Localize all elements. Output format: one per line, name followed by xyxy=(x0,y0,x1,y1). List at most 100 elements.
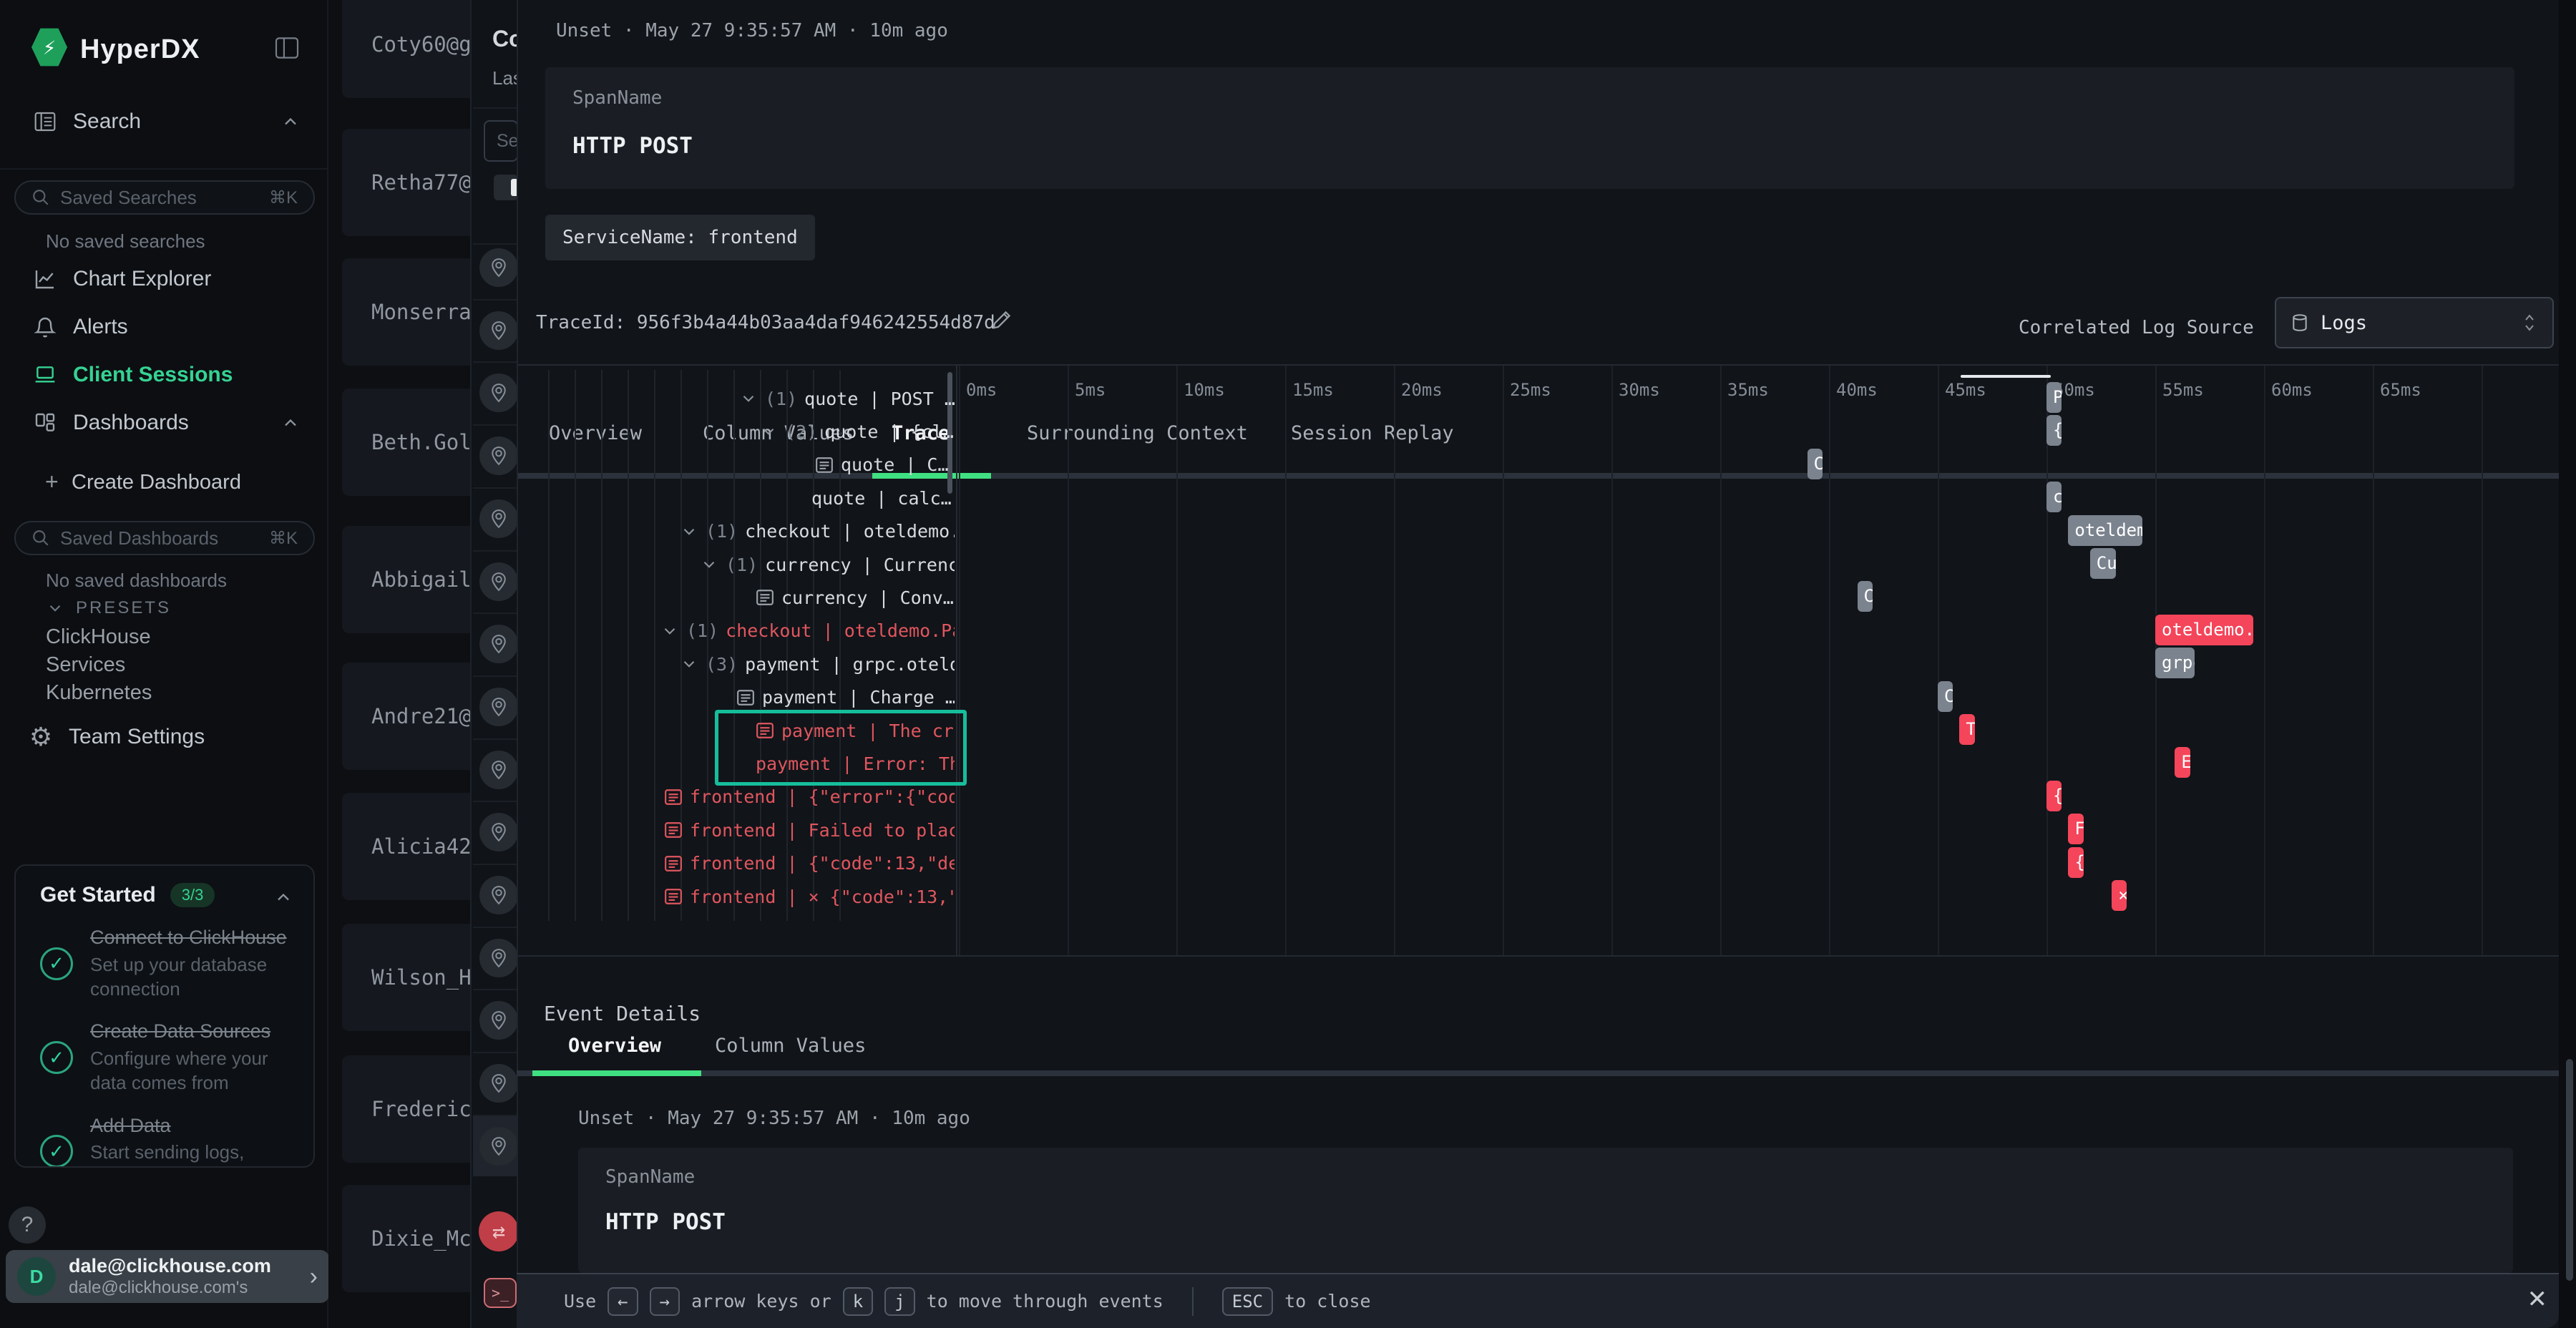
chevron-down-icon[interactable] xyxy=(700,555,718,574)
location-pin-icon[interactable] xyxy=(479,499,517,538)
chevron-up-icon[interactable] xyxy=(280,112,301,132)
j-key[interactable]: j xyxy=(884,1287,914,1316)
right-arrow-key[interactable]: → xyxy=(650,1287,680,1316)
sidebar-item-client-sessions[interactable]: Client Sessions xyxy=(0,353,328,396)
sidebar-item-search[interactable]: Search xyxy=(0,100,328,143)
location-pin-icon[interactable] xyxy=(479,562,517,601)
console-error-icon[interactable]: >_ xyxy=(484,1278,517,1308)
service-name-chip[interactable]: ServiceName: frontend xyxy=(545,215,815,260)
trace-span-bar[interactable]: grpc xyxy=(2155,648,2195,678)
tab-ed-column-values[interactable]: Column Values xyxy=(715,1035,866,1057)
location-pin-icon[interactable] xyxy=(479,248,517,287)
timeline-tick-label: 25ms xyxy=(1510,380,1551,400)
trace-tree-row[interactable]: frontend | Failed to place… xyxy=(517,814,955,846)
timeline-tick-label: 30ms xyxy=(1619,380,1660,400)
location-pin-icon[interactable] xyxy=(479,625,517,663)
trace-span-bar[interactable]: Co xyxy=(1858,581,1873,612)
chevron-down-icon[interactable] xyxy=(660,622,679,640)
trace-tree-row[interactable]: (1)checkout | oteldemo.Pa… xyxy=(517,615,955,648)
user-menu[interactable]: D dale@clickhouse.com dale@clickhouse.co… xyxy=(6,1250,329,1303)
panel-button[interactable] xyxy=(494,175,517,200)
trace-tree-row[interactable]: currency | Conv… xyxy=(517,581,955,614)
span-name-value: HTTP POST xyxy=(572,133,693,159)
trace-tree-row[interactable]: (1)currency | Currenc… xyxy=(517,548,955,581)
location-pin-icon[interactable] xyxy=(479,311,517,350)
create-dashboard-button[interactable]: Create Dashboard xyxy=(72,471,241,494)
trace-span-bar[interactable]: {cl xyxy=(2046,415,2062,446)
location-pin-icon[interactable] xyxy=(479,436,517,475)
search-icon xyxy=(31,529,50,547)
trace-tree-row[interactable]: frontend | × {"code":13,"d… xyxy=(517,880,955,913)
tab-ed-overview[interactable]: Overview xyxy=(568,1035,661,1057)
location-pin-icon[interactable] xyxy=(479,374,517,412)
sidebar-preset-item[interactable]: ClickHouse xyxy=(46,625,151,649)
chevron-up-icon[interactable] xyxy=(280,413,301,433)
trace-tree-row[interactable]: quote | calc… xyxy=(517,482,955,514)
tree-chart-divider[interactable] xyxy=(956,366,957,957)
location-pin-icon[interactable] xyxy=(479,1064,517,1103)
sidebar-preset-item[interactable]: Services xyxy=(46,653,125,677)
trace-row-label: payment | grpc.oteld… xyxy=(745,654,955,675)
saved-dashboards-input[interactable]: Saved Dashboards ⌘K xyxy=(14,521,315,555)
edit-trace-id-icon[interactable] xyxy=(991,309,1013,331)
log-source-select[interactable]: Logs xyxy=(2275,297,2554,348)
search-section-icon xyxy=(33,110,57,133)
location-pin-icon[interactable] xyxy=(479,1001,517,1040)
chevron-up-icon[interactable] xyxy=(273,887,293,907)
trace-span-bar[interactable]: Ch xyxy=(1938,681,1953,712)
trace-span-bar[interactable]: oteldemo. xyxy=(2068,515,2142,546)
location-pin-icon[interactable] xyxy=(479,688,517,726)
trace-span-bar[interactable]: {" xyxy=(2068,847,2083,878)
get-started-item[interactable]: ✓Connect to ClickHouseSet up your databa… xyxy=(40,926,313,1001)
left-arrow-key[interactable]: ← xyxy=(608,1287,638,1316)
chevron-down-icon[interactable] xyxy=(680,522,698,541)
trace-tree-row[interactable]: (2)quote | {cl… xyxy=(517,415,955,448)
close-icon[interactable]: ✕ xyxy=(2527,1285,2548,1314)
trace-span-bar[interactable]: ca xyxy=(2046,482,2062,512)
page-scrollbar[interactable] xyxy=(2566,1059,2573,1281)
location-pin-icon[interactable] xyxy=(479,813,517,851)
esc-key[interactable]: ESC xyxy=(1222,1287,1273,1316)
get-started-item[interactable]: ✓Create Data SourcesConfigure where your… xyxy=(40,1020,313,1095)
trace-span-bar[interactable]: C xyxy=(1807,449,1823,479)
sidebar-preset-item[interactable]: Kubernetes xyxy=(46,681,152,705)
presets-toggle[interactable]: PRESETS xyxy=(46,598,171,618)
trace-span-bar[interactable]: POST xyxy=(2046,382,2062,413)
get-started-items: ✓Connect to ClickHouseSet up your databa… xyxy=(40,926,313,1168)
trace-tree-row[interactable]: (1)quote | POST … xyxy=(517,382,955,415)
trace-span-bar[interactable]: Curren xyxy=(2090,548,2116,579)
trace-span-bar[interactable]: Th xyxy=(1959,714,1974,745)
trace-tree-row[interactable]: (1)checkout | oteldemo.… xyxy=(517,515,955,548)
trace-span-bar[interactable]: oteldemo. xyxy=(2155,615,2253,645)
trace-tree-row[interactable]: payment | Charge … xyxy=(517,681,955,714)
navigation-event-icon[interactable]: ⇄ xyxy=(479,1211,517,1251)
collapse-sidebar-icon[interactable] xyxy=(275,37,299,59)
sidebar-item-team-settings[interactable]: ⚙ Team Settings xyxy=(0,716,328,758)
trace-span-bar[interactable]: {" xyxy=(2046,781,2062,811)
chevron-down-icon[interactable] xyxy=(680,655,698,673)
sidebar-item-dashboards[interactable]: Dashboards xyxy=(0,401,328,444)
sidebar-item-chart-explorer[interactable]: Chart Explorer xyxy=(0,258,328,301)
chevron-down-icon[interactable] xyxy=(759,422,778,441)
sidebar-item-label: Dashboards xyxy=(73,411,189,435)
chevron-down-icon[interactable] xyxy=(739,389,758,408)
saved-searches-input[interactable]: Saved Searches ⌘K xyxy=(14,180,315,215)
plus-icon[interactable]: + xyxy=(45,469,59,495)
trace-tree-row[interactable]: frontend | {"code":13,"det… xyxy=(517,847,955,880)
trace-span-bar[interactable]: Er xyxy=(2175,747,2190,778)
events-search-input[interactable]: Sea xyxy=(484,120,517,162)
timeline-gridline xyxy=(1068,366,1069,957)
trace-span-bar[interactable]: Fa xyxy=(2068,814,2083,844)
trace-tree-row[interactable]: quote | C… xyxy=(517,449,955,482)
k-key[interactable]: k xyxy=(843,1287,873,1316)
trace-tree-row[interactable]: (3)payment | grpc.oteld… xyxy=(517,648,955,680)
help-button[interactable]: ? xyxy=(9,1206,46,1244)
location-pin-icon[interactable] xyxy=(479,939,517,977)
get-started-item[interactable]: ✓Add DataStart sending logs, metrics, or… xyxy=(40,1114,313,1168)
location-pin-icon[interactable] xyxy=(479,1127,517,1166)
check-circle-icon: ✓ xyxy=(40,947,73,980)
location-pin-icon[interactable] xyxy=(479,876,517,914)
location-pin-icon[interactable] xyxy=(479,751,517,789)
trace-span-bar[interactable]: × xyxy=(2112,880,2127,911)
sidebar-item-alerts[interactable]: Alerts xyxy=(0,306,328,348)
